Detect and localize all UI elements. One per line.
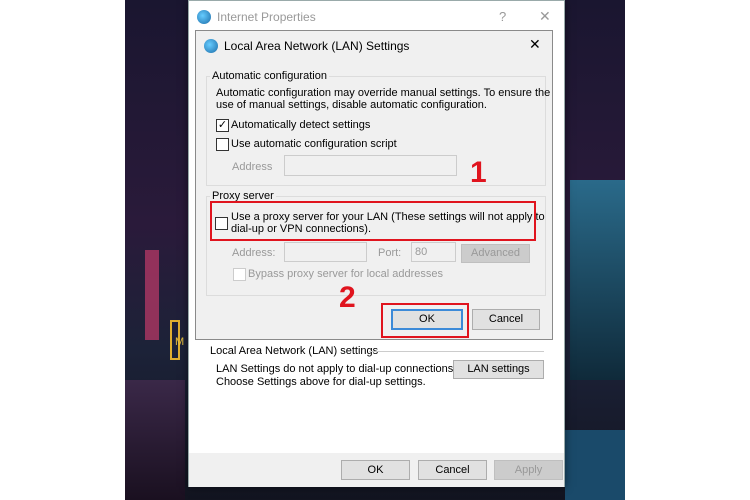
port-input[interactable]: 80 <box>411 242 456 262</box>
auto-script-label: Use automatic configuration script <box>231 138 397 150</box>
auto-config-text: use of manual settings, disable automati… <box>216 99 487 111</box>
apply-button[interactable]: Apply <box>494 460 563 480</box>
auto-detect-checkbox[interactable]: ✓ <box>216 119 229 132</box>
help-button[interactable]: ? <box>499 9 506 24</box>
step-1-label: 1 <box>470 156 487 189</box>
auto-script-checkbox[interactable] <box>216 138 229 151</box>
lan-settings-button[interactable]: LAN settings <box>453 360 544 379</box>
lan-info-text: LAN Settings do not apply to dial-up con… <box>216 363 457 375</box>
step-2-label: 2 <box>339 281 356 314</box>
address-input[interactable] <box>284 155 457 176</box>
group-label: Automatic configuration <box>210 70 329 82</box>
advanced-button[interactable]: Advanced <box>461 244 530 263</box>
bypass-label: Bypass proxy server for local addresses <box>248 268 444 280</box>
bypass-checkbox[interactable] <box>233 268 246 281</box>
close-icon[interactable]: ✕ <box>529 36 541 53</box>
lan-settings-dialog: Local Area Network (LAN) Settings ✕ Auto… <box>195 30 553 340</box>
auto-detect-label: Automatically detect settings <box>231 119 371 131</box>
auto-config-text: Automatic configuration may override man… <box>216 87 551 99</box>
ok-button[interactable]: OK <box>341 460 410 480</box>
lan-group-label: Local Area Network (LAN) settings <box>210 345 379 357</box>
proxy-address-label: Address: <box>232 247 276 259</box>
dialog-title: Local Area Network (LAN) Settings <box>224 39 410 53</box>
divider <box>369 351 544 352</box>
port-label: Port: <box>378 247 402 259</box>
cancel-button[interactable]: Cancel <box>418 460 487 480</box>
cancel-button[interactable]: Cancel <box>472 309 540 330</box>
address-label: Address <box>232 161 273 173</box>
window-title: Internet Properties <box>217 10 316 24</box>
lan-info-text: Choose Settings above for dial-up settin… <box>216 376 426 388</box>
internet-globe-icon <box>204 39 218 53</box>
highlight-box-ok <box>381 303 469 338</box>
close-icon[interactable]: ✕ <box>539 8 551 25</box>
proxy-address-input[interactable] <box>284 242 367 262</box>
highlight-box-proxy <box>210 201 536 241</box>
internet-globe-icon <box>197 10 211 24</box>
